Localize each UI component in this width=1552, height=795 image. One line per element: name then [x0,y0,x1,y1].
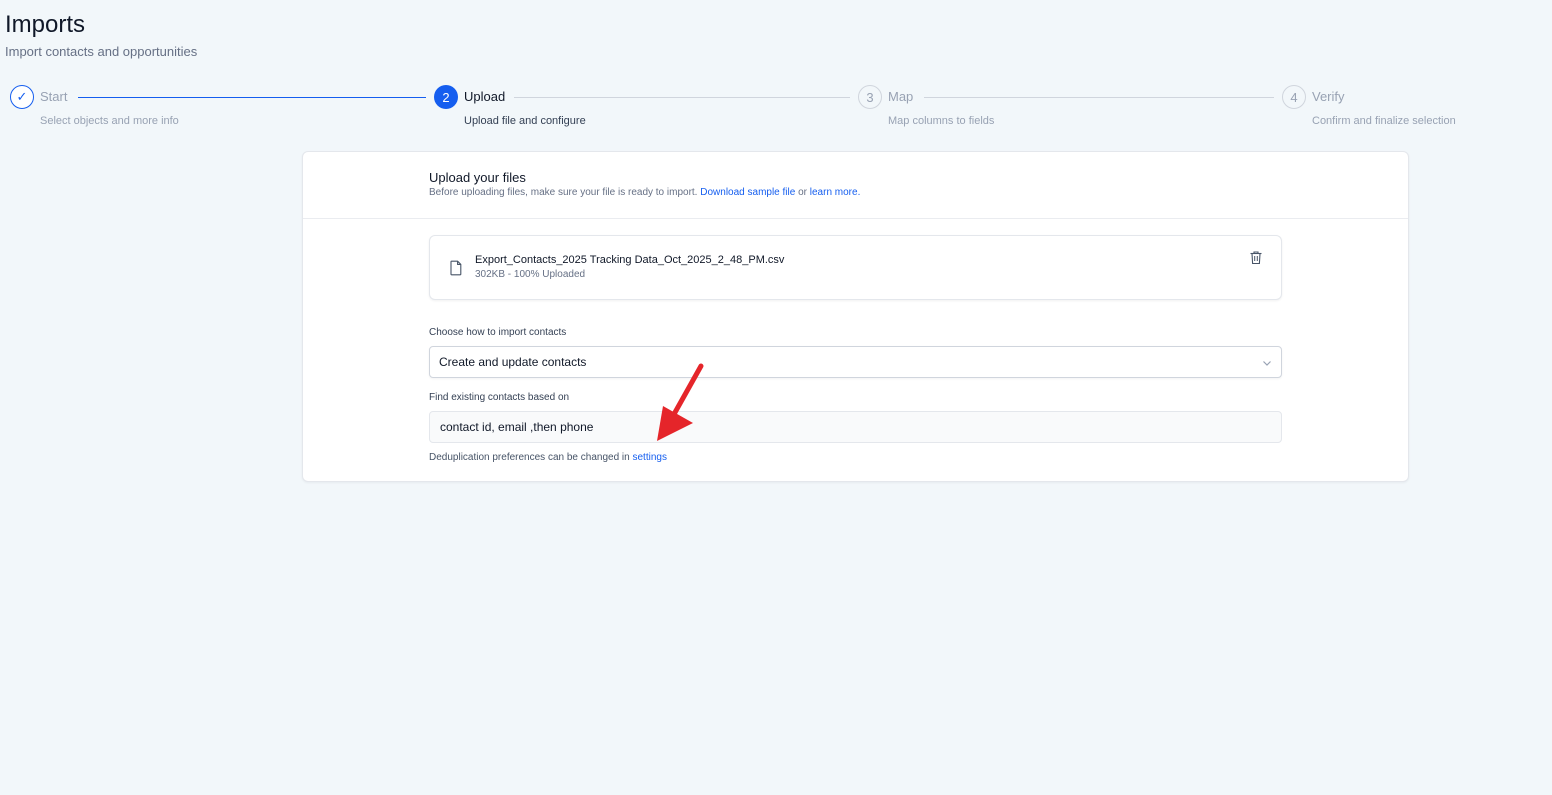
dedup-note-text: Deduplication preferences can be changed… [429,452,633,463]
page-subtitle: Import contacts and opportunities [5,44,198,59]
step-label: Verify [1312,89,1345,104]
step-description: Confirm and finalize selection [1312,115,1456,127]
imports-page: Imports Import contacts and opportunitie… [0,0,1552,795]
step-description: Map columns to fields [888,115,995,127]
step-number: 4 [1282,85,1306,109]
dedup-fields-input: contact id, email ,then phone [429,411,1282,443]
step-label: Upload [464,89,506,104]
step-number: 3 [858,85,882,109]
file-icon [450,260,462,276]
card-help-text: Before uploading files, make sure your f… [429,187,860,198]
step-number: 2 [434,85,458,109]
trash-icon[interactable] [1249,250,1263,265]
step-description: Upload file and configure [464,115,586,127]
step-label: Start [40,89,68,104]
card-header: Upload your files Before uploading files… [303,152,1408,219]
import-mode-select[interactable]: Create and update contacts [429,346,1282,378]
dedup-note: Deduplication preferences can be changed… [429,452,667,463]
dedup-label: Find existing contacts based on [429,392,570,403]
chevron-down-icon [1263,361,1271,366]
card-title: Upload your files [429,170,526,185]
uploaded-file-item: Export_Contacts_2025 Tracking Data_Oct_2… [429,235,1282,300]
import-mode-value: Create and update contacts [439,355,587,369]
check-icon: ✓ [10,85,34,109]
learn-more-link[interactable]: learn more. [810,187,861,198]
import-mode-label: Choose how to import contacts [429,327,567,338]
annotation-arrow-icon [657,363,704,441]
stepper-connector-3 [924,97,1274,98]
step-description: Select objects and more info [40,115,179,127]
file-name: Export_Contacts_2025 Tracking Data_Oct_2… [475,254,785,266]
settings-link[interactable]: settings [632,452,666,463]
dedup-fields-value: contact id, email ,then phone [440,420,594,434]
stepper-connector-1 [78,97,426,98]
help-or: or [795,187,810,198]
step-label: Map [888,89,914,104]
stepper-connector-2 [514,97,850,98]
help-prefix: Before uploading files, make sure your f… [429,187,701,198]
download-sample-link[interactable]: Download sample file [700,187,795,198]
upload-card: Upload your files Before uploading files… [302,151,1409,482]
page-title: Imports [5,11,86,38]
file-upload-status: 302KB - 100% Uploaded [475,269,586,280]
